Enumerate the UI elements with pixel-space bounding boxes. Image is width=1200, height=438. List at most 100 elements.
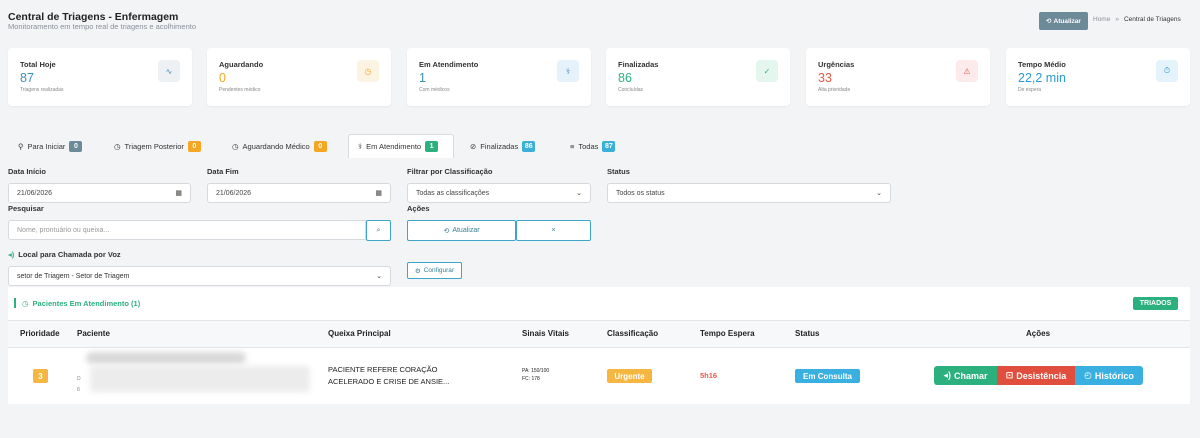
chevron-down-icon: ⌄: [576, 190, 582, 197]
table-header: [8, 320, 1190, 348]
column-header: Paciente: [77, 329, 110, 338]
patient-info: 8: [77, 387, 80, 393]
start-date-input[interactable]: 21/06/2026 ▦: [8, 183, 191, 203]
chevron-down-icon: ⌄: [376, 273, 382, 280]
exit-icon: ⊡: [1005, 370, 1014, 380]
stat-card: Aguardando 0 Pendentes médico ◷: [207, 48, 391, 106]
classification-label: Filtrar por Classificação: [407, 167, 493, 176]
voice-location-select[interactable]: setor de Triagem - Setor de Triagem ⌄: [8, 266, 391, 286]
user-doctor-icon: ⚕: [358, 142, 363, 151]
refresh-button[interactable]: ⟲ Atualizar: [1039, 12, 1088, 30]
configure-button[interactable]: ⚙ Configurar: [407, 262, 462, 279]
complaint-text: PACIENTE REFERE CORAÇÃO: [328, 365, 438, 374]
megaphone-icon: ◂): [943, 370, 951, 380]
vitals-pa: PA: 150/100: [522, 368, 550, 374]
end-date-input[interactable]: 21/06/2026 ▦: [207, 183, 391, 203]
tab-todas[interactable]: ≡ Todas 87: [566, 134, 619, 158]
status-select[interactable]: Todos os status ⌄: [607, 183, 891, 203]
tab-finalizadas[interactable]: ⊘ Finalizadas 86: [466, 134, 539, 158]
priority-badge: 3: [33, 369, 48, 383]
stat-card: Tempo Médio 22,2 min De espera ⏱: [1006, 48, 1190, 106]
patient-name-redacted: [90, 366, 310, 392]
stopwatch-icon: ⏱: [1156, 60, 1178, 82]
tab-count-badge: 86: [522, 140, 536, 152]
stat-card: Urgências 33 Alta prioridade ⚠: [806, 48, 990, 106]
stat-value: 0: [219, 71, 226, 85]
activity-icon: ∿: [158, 60, 180, 82]
column-header: Prioridade: [20, 329, 60, 338]
user-doctor-icon: ⚕: [557, 60, 579, 82]
stat-label: Urgências: [818, 60, 855, 69]
refresh-icon: ⟲: [443, 227, 450, 235]
stat-label: Total Hoje: [20, 60, 56, 69]
column-header: Classificação: [607, 329, 659, 338]
gear-icon: ⚙: [414, 267, 421, 275]
stat-sub: Triagens realizadas: [20, 87, 64, 93]
search-icon: ⌕: [376, 226, 381, 234]
status-label: Status: [607, 167, 630, 176]
tab-em-atendimento[interactable]: ⚕ Em Atendimento 1: [348, 134, 454, 158]
tab-count-badge: 0: [187, 140, 201, 152]
search-button[interactable]: ⌕: [366, 220, 391, 241]
panel-title-accent: [14, 298, 16, 308]
stat-label: Finalizadas: [618, 60, 659, 69]
actions-label: Ações: [407, 204, 430, 213]
list-icon: ≡: [570, 141, 575, 151]
column-header: Queixa Principal: [328, 329, 391, 338]
history-button[interactable]: ◴ Histórico: [1075, 366, 1143, 385]
tab-count-badge: 0: [313, 140, 327, 152]
stat-value: 87: [20, 71, 34, 85]
stat-label: Tempo Médio: [1018, 60, 1066, 69]
speaker-icon: ◂): [8, 250, 15, 259]
chevron-down-icon: ⌄: [876, 190, 882, 197]
clock-icon: ◷: [357, 60, 379, 82]
page-subtitle: Monitoramento em tempo real de triagens …: [8, 22, 197, 31]
column-header: Sinais Vitais: [522, 329, 569, 338]
voice-call-label: ◂) Local para Chamada por Voz: [8, 250, 121, 259]
warning-icon: ⚠: [956, 60, 978, 82]
start-date-label: Data Início: [8, 167, 46, 176]
stat-card: Finalizadas 86 Concluídas ✓: [606, 48, 790, 106]
end-date-label: Data Fim: [207, 167, 239, 176]
check-circle-icon: ✓: [756, 60, 778, 82]
stat-card: Total Hoje 87 Triagens realizadas ∿: [8, 48, 192, 106]
vitals-fc: FC: 178: [522, 376, 540, 382]
tab-triagem-posterior[interactable]: ◷ Triagem Posterior 0: [110, 134, 205, 158]
user-walk-icon: ⚲: [18, 141, 24, 151]
stat-value: 86: [618, 71, 632, 85]
calendar-icon: ▦: [375, 190, 382, 197]
withdraw-button[interactable]: ⊡ Desistência: [997, 366, 1075, 385]
breadcrumb-separator: »: [1115, 16, 1119, 23]
search-input[interactable]: Nome, prontuário ou queixa...: [8, 220, 366, 240]
tab-count-badge: 0: [69, 140, 83, 152]
triados-badge[interactable]: TRIADOS: [1133, 297, 1178, 310]
history-icon: ◴: [1084, 370, 1092, 380]
tab-count-badge: 1: [425, 141, 439, 152]
avatar: [86, 352, 246, 364]
search-label: Pesquisar: [8, 204, 44, 213]
refresh-icon: ⟲: [1046, 18, 1052, 25]
breadcrumb: Home » Central de Triagens: [1093, 16, 1181, 23]
stat-sub: Com médicos: [419, 87, 450, 93]
calendar-icon: ▦: [175, 190, 182, 197]
call-button[interactable]: ◂) Chamar: [934, 366, 997, 385]
column-header: Tempo Espera: [700, 329, 755, 338]
breadcrumb-current: Central de Triagens: [1123, 16, 1181, 23]
clock-icon: ◷: [114, 141, 121, 151]
column-header: Status: [795, 329, 820, 338]
tab-para-iniciar[interactable]: ⚲ Para Iniciar 0: [14, 134, 86, 158]
breadcrumb-home[interactable]: Home: [1093, 16, 1110, 23]
stat-value: 1: [419, 71, 426, 85]
clock-icon: ◷: [232, 141, 239, 151]
panel-title: ◷ Pacientes Em Atendimento (1): [14, 298, 140, 308]
clock-icon: ◷: [22, 298, 29, 308]
tab-count-badge: 87: [602, 140, 616, 152]
status-badge: Em Consulta: [795, 369, 860, 383]
classification-select[interactable]: Todas as classificações ⌄: [407, 183, 591, 203]
tab-aguardando-medico[interactable]: ◷ Aguardando Médico 0: [228, 134, 331, 158]
stat-sub: Pendentes médico: [219, 87, 261, 93]
check-circle-icon: ⊘: [470, 141, 477, 151]
clear-filters-button[interactable]: ×: [516, 220, 591, 241]
filter-refresh-button[interactable]: ⟲ Atualizar: [407, 220, 516, 241]
wait-time: 5h16: [700, 371, 718, 380]
